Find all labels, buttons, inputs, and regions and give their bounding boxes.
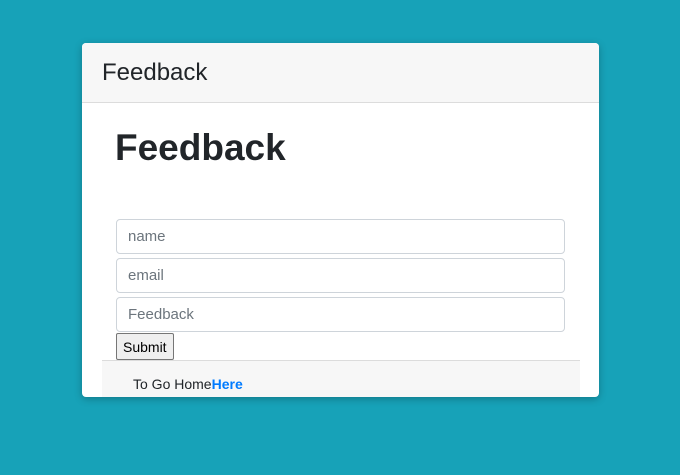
card-header: Feedback	[82, 43, 599, 103]
form-title: Feedback	[115, 127, 286, 168]
email-input[interactable]	[116, 258, 565, 293]
submit-button[interactable]: Submit	[116, 333, 174, 360]
card-footer: To Go HomeHere	[102, 360, 580, 397]
name-input[interactable]	[116, 219, 565, 254]
home-link[interactable]: Here	[212, 376, 243, 392]
card-header-title: Feedback	[102, 58, 208, 86]
footer-text: To Go HomeHere	[133, 376, 243, 392]
feedback-card: Feedback Feedback Submit To Go HomeHere	[82, 43, 599, 397]
card-body: Feedback Submit To Go HomeHere	[82, 104, 599, 397]
footer-label: To Go Home	[133, 376, 212, 392]
feedback-input[interactable]	[116, 297, 565, 332]
